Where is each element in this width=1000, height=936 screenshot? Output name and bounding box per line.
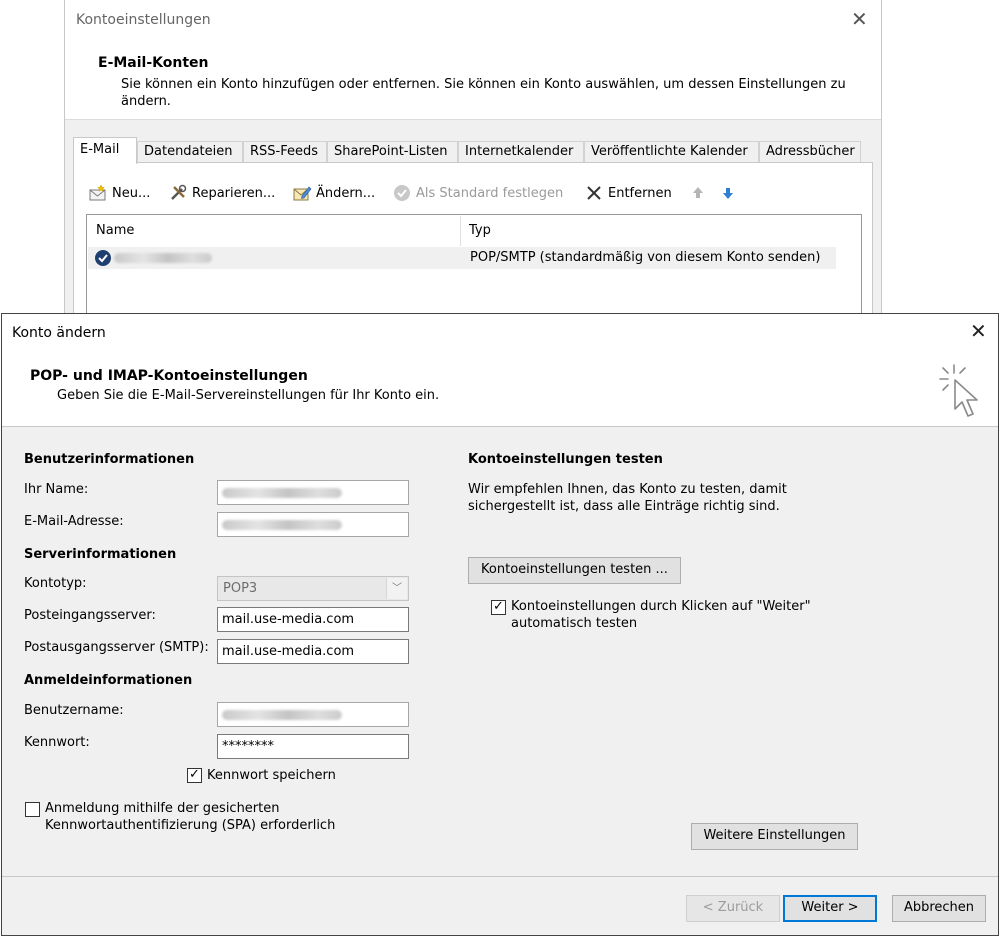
arrow-up-icon	[693, 187, 703, 198]
tab-published-calendars[interactable]: Veröffentlichte Kalender	[584, 141, 759, 163]
tab-address-books[interactable]: Adressbücher	[759, 141, 861, 163]
change-button[interactable]: Ändern...	[292, 181, 375, 205]
your-name-redacted	[222, 488, 342, 498]
test-description-line2: sichergestellt ist, dass alle Einträge r…	[468, 499, 780, 514]
account-name-redacted	[114, 253, 212, 263]
incoming-server-label: Posteingangsserver:	[24, 608, 156, 623]
new-account-button[interactable]: Neu...	[88, 181, 150, 205]
cursor-click-icon	[939, 364, 978, 417]
dialog-header: POP- und IMAP-Kontoeinstellungen Geben S…	[2, 351, 998, 427]
email-accounts-header: E-Mail-Konten Sie können ein Konto hinzu…	[65, 42, 881, 120]
tab-email[interactable]: E-Mail	[73, 137, 137, 164]
incoming-server-field[interactable]: mail.use-media.com	[217, 607, 409, 632]
more-settings-button[interactable]: Weitere Einstellungen	[691, 823, 858, 850]
repair-button[interactable]: Reparieren...	[168, 181, 275, 205]
default-account-check-icon	[95, 250, 111, 266]
spa-label-line2: Kennwortauthentifizierung (SPA) erforder…	[45, 818, 336, 833]
account-type-label: Kontotyp:	[24, 576, 87, 591]
your-name-field[interactable]	[217, 480, 409, 505]
password-label: Kennwort:	[24, 735, 90, 750]
new-account-label: Neu...	[112, 185, 151, 201]
outgoing-server-label: Postausgangsserver (SMTP):	[24, 640, 209, 655]
password-field[interactable]: ********	[217, 734, 409, 759]
column-divider	[460, 216, 461, 246]
remember-password-label: Kennwort speichern	[207, 768, 336, 783]
arrow-down-icon	[723, 188, 733, 199]
email-accounts-title: E-Mail-Konten	[98, 55, 209, 71]
account-type-select[interactable]: POP3 ﹀	[217, 576, 409, 601]
email-accounts-description: Sie können ein Konto hinzufügen oder ent…	[121, 77, 846, 109]
user-info-section: Benutzerinformationen	[24, 452, 195, 467]
account-settings-title: Kontoeinstellungen	[76, 12, 211, 28]
email-tab-panel: Neu... Reparieren... Ändern... Als Stand…	[73, 162, 873, 339]
chevron-down-icon: ﹀	[386, 578, 407, 599]
remember-password-checkbox[interactable]: ✓	[187, 768, 202, 783]
account-settings-titlebar: Kontoeinstellungen ✕	[65, 0, 881, 42]
cancel-button[interactable]: Abbrechen	[892, 895, 986, 922]
account-type-cell: POP/SMTP (standardmäßig von diesem Konto…	[470, 250, 821, 265]
set-default-label: Als Standard festlegen	[416, 185, 564, 201]
username-field[interactable]	[217, 702, 409, 727]
change-account-icon	[293, 186, 312, 201]
test-settings-button[interactable]: Kontoeinstellungen testen ...	[468, 557, 681, 584]
spa-label-line1: Anmeldung mithilfe der gesicherten	[45, 801, 280, 816]
checkmark-circle-icon	[394, 185, 410, 201]
column-header-name[interactable]: Name	[96, 223, 134, 238]
change-label: Ändern...	[316, 185, 376, 201]
dialog-header-title: POP- und IMAP-Kontoeinstellungen	[30, 368, 308, 384]
set-default-button[interactable]: Als Standard festlegen	[392, 181, 563, 205]
close-icon[interactable]: ✕	[851, 9, 868, 29]
dialog-header-description: Geben Sie die E-Mail-Servereinstellungen…	[57, 388, 440, 403]
column-header-type[interactable]: Typ	[469, 223, 491, 238]
email-address-redacted	[222, 520, 342, 530]
remove-x-icon	[587, 186, 601, 200]
table-row[interactable]: POP/SMTP (standardmäßig von diesem Konto…	[88, 247, 836, 269]
auto-test-label-line2: automatisch testen	[511, 616, 638, 631]
server-info-section: Serverinformationen	[24, 547, 177, 562]
test-settings-section: Kontoeinstellungen testen	[468, 452, 663, 467]
remove-label: Entfernen	[608, 185, 672, 201]
outgoing-server-field[interactable]: mail.use-media.com	[217, 639, 409, 664]
tab-sharepoint-lists[interactable]: SharePoint-Listen	[327, 141, 458, 163]
footer-divider	[2, 876, 998, 877]
move-up-button[interactable]	[688, 181, 708, 205]
change-account-dialog: Konto ändern ✕ POP- und IMAP-Kontoeinste…	[1, 313, 999, 936]
new-mail-icon	[89, 184, 106, 201]
tab-rss-feeds[interactable]: RSS-Feeds	[243, 141, 327, 163]
login-info-section: Anmeldeinformationen	[24, 673, 193, 688]
remove-button[interactable]: Entfernen	[584, 181, 672, 205]
email-address-field[interactable]	[217, 512, 409, 537]
dialog-title: Konto ändern	[12, 325, 106, 341]
username-label: Benutzername:	[24, 703, 124, 718]
username-redacted	[222, 710, 342, 720]
auto-test-checkbox[interactable]: ✓	[491, 600, 506, 615]
close-icon[interactable]: ✕	[970, 321, 987, 341]
email-address-label: E-Mail-Adresse:	[24, 514, 124, 529]
dialog-titlebar: Konto ändern ✕	[2, 314, 998, 351]
back-button[interactable]: < Zurück	[686, 895, 780, 922]
account-settings-window: Kontoeinstellungen ✕ E-Mail-Konten Sie k…	[64, 0, 882, 339]
your-name-label: Ihr Name:	[24, 482, 89, 497]
next-button[interactable]: Weiter >	[783, 895, 877, 922]
account-type-value: POP3	[223, 581, 258, 596]
move-down-button[interactable]	[718, 181, 738, 205]
tab-data-files[interactable]: Datendateien	[137, 141, 243, 163]
tab-internet-calendars[interactable]: Internetkalender	[458, 141, 584, 163]
test-description-line1: Wir empfehlen Ihnen, das Konto zu testen…	[468, 482, 787, 497]
repair-label: Reparieren...	[192, 185, 276, 201]
auto-test-label-line1: Kontoeinstellungen durch Klicken auf "We…	[511, 599, 811, 614]
spa-checkbox[interactable]	[25, 802, 40, 817]
repair-tools-icon	[171, 184, 187, 200]
